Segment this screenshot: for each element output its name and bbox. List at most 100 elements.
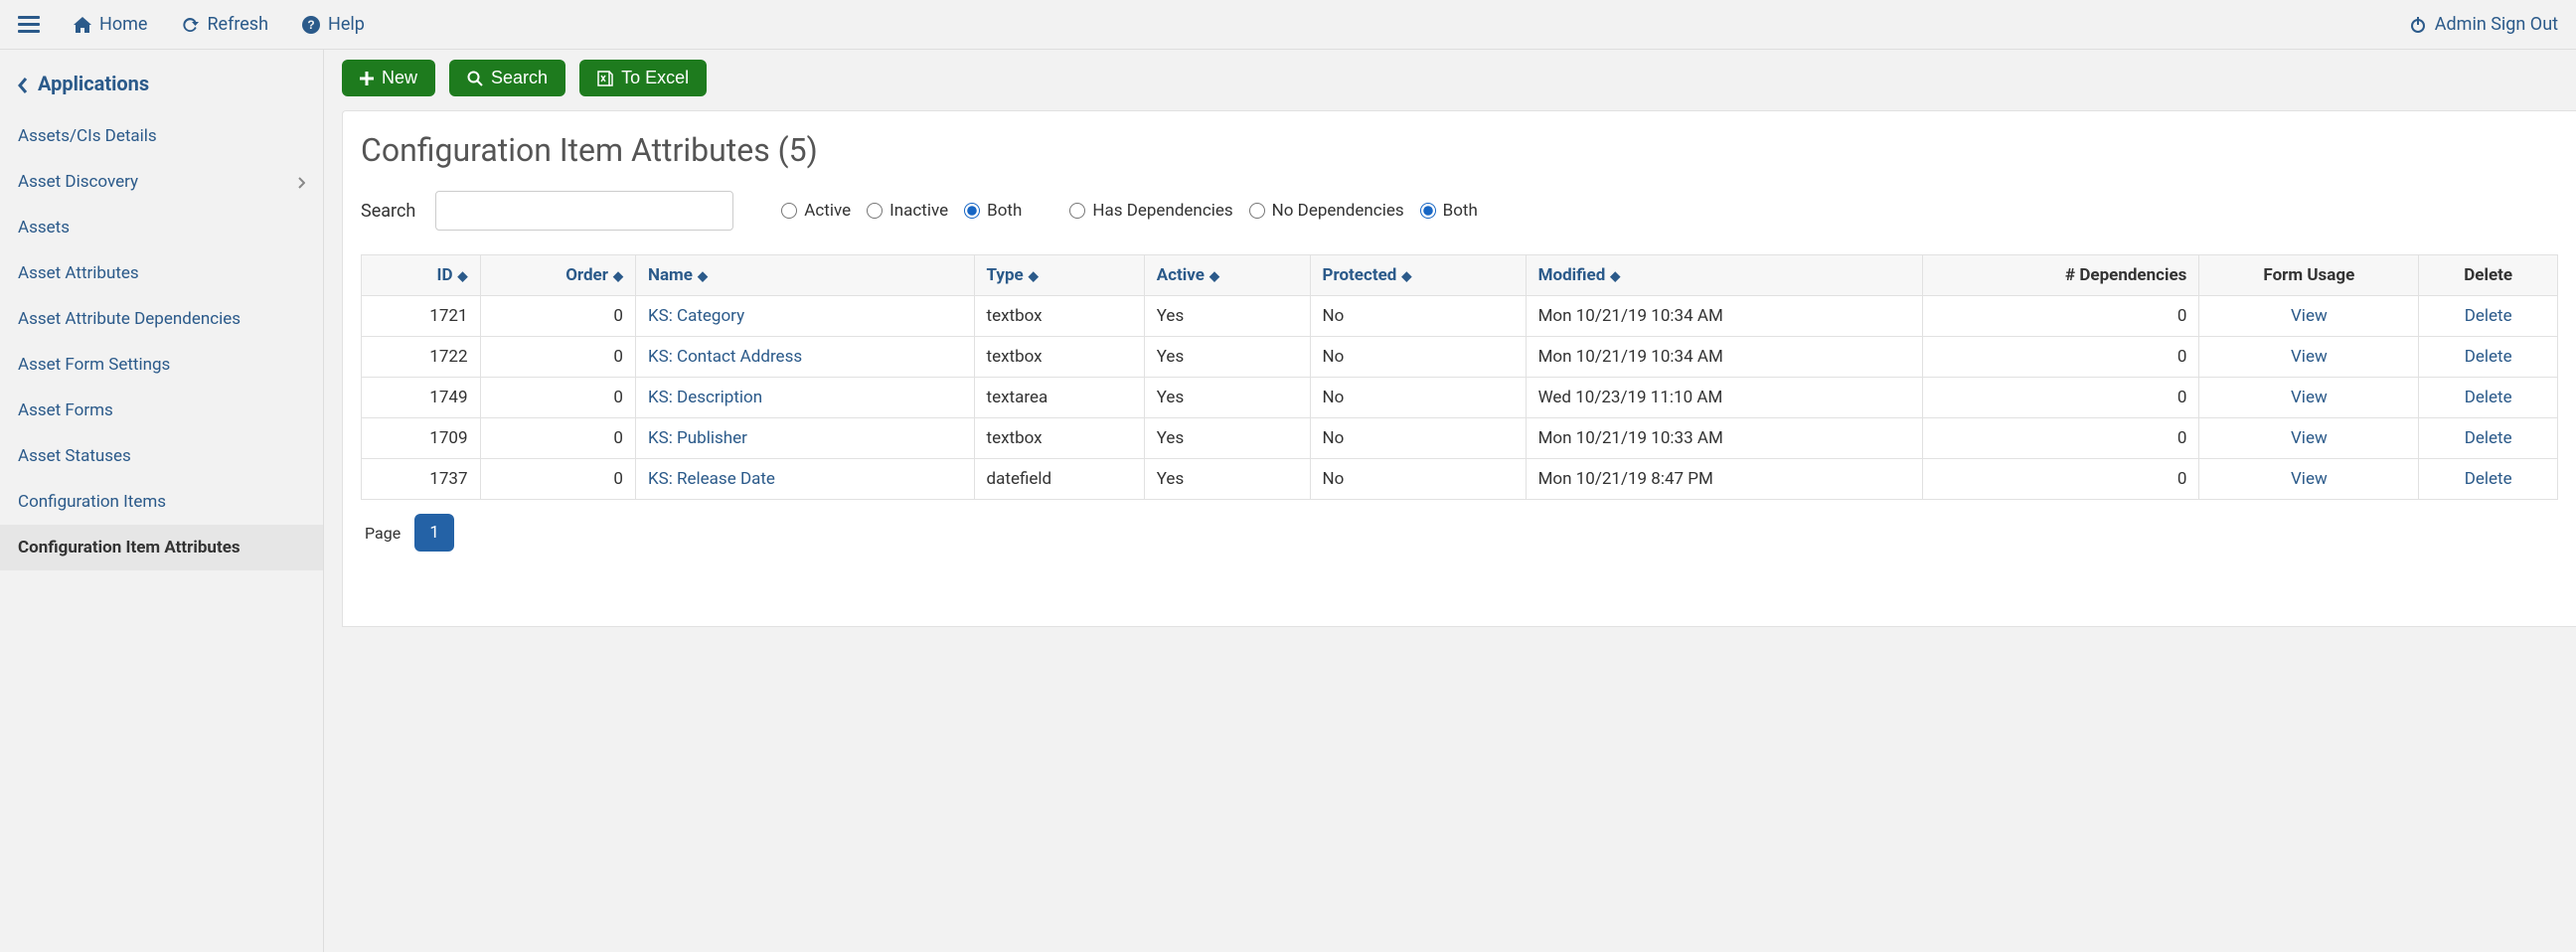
sort-icon: ◆: [613, 269, 623, 284]
cell-protected: No: [1310, 337, 1526, 378]
cell-delete-link[interactable]: Delete: [2465, 388, 2512, 407]
cell-id: 1721: [362, 296, 481, 337]
cell-name[interactable]: KS: Release Date: [635, 459, 974, 500]
cell-deps: 0: [1922, 378, 2199, 418]
radio-input[interactable]: [1069, 203, 1085, 219]
cell-view-link[interactable]: View: [2291, 306, 2328, 326]
radio-input[interactable]: [867, 203, 883, 219]
cell-view[interactable]: View: [2199, 337, 2419, 378]
cell-name[interactable]: KS: Publisher: [635, 418, 974, 459]
cell-name-link[interactable]: KS: Category: [648, 306, 744, 326]
new-label: New: [382, 68, 417, 88]
sidebar-item[interactable]: Assets: [0, 205, 323, 250]
search-button[interactable]: Search: [449, 60, 565, 96]
col-protected[interactable]: Protected◆: [1310, 255, 1526, 296]
sidebar-item[interactable]: Asset Attribute Dependencies: [0, 296, 323, 342]
radio-option[interactable]: Both: [1420, 201, 1478, 221]
cell-view[interactable]: View: [2199, 459, 2419, 500]
col-name[interactable]: Name◆: [635, 255, 974, 296]
radio-option[interactable]: Has Dependencies: [1069, 201, 1232, 221]
cell-view-link[interactable]: View: [2291, 347, 2328, 367]
cell-name-link[interactable]: KS: Publisher: [648, 428, 747, 448]
cell-name[interactable]: KS: Category: [635, 296, 974, 337]
radio-option[interactable]: Both: [964, 201, 1022, 221]
cell-name-link[interactable]: KS: Description: [648, 388, 762, 407]
cell-delete[interactable]: Delete: [2419, 459, 2558, 500]
sidebar-item[interactable]: Asset Statuses: [0, 433, 323, 479]
cell-id: 1709: [362, 418, 481, 459]
deps-filter-group: Has Dependencies No Dependencies Both: [1069, 201, 1478, 221]
cell-delete[interactable]: Delete: [2419, 418, 2558, 459]
cell-name[interactable]: KS: Contact Address: [635, 337, 974, 378]
search-button-label: Search: [491, 68, 548, 88]
col-type[interactable]: Type◆: [974, 255, 1144, 296]
to-excel-label: To Excel: [621, 68, 689, 88]
sort-icon: ◆: [458, 269, 468, 284]
radio-input[interactable]: [964, 203, 980, 219]
sidebar: Applications Assets/CIs DetailsAsset Dis…: [0, 50, 324, 952]
sidebar-item[interactable]: Configuration Item Attributes: [0, 525, 323, 570]
sort-icon: ◆: [1029, 269, 1039, 284]
cell-modified: Mon 10/21/19 10:34 AM: [1526, 337, 1922, 378]
radio-input[interactable]: [1249, 203, 1265, 219]
radio-input[interactable]: [781, 203, 797, 219]
attributes-table: ID◆ Order◆ Name◆ Type◆ Active◆ Protected…: [361, 254, 2558, 500]
search-input[interactable]: [435, 191, 733, 231]
cell-name[interactable]: KS: Description: [635, 378, 974, 418]
new-button[interactable]: New: [342, 60, 435, 96]
sidebar-item-label: Asset Forms: [18, 400, 113, 420]
cell-modified: Mon 10/21/19 10:33 AM: [1526, 418, 1922, 459]
radio-option[interactable]: Inactive: [867, 201, 948, 221]
cell-deps: 0: [1922, 418, 2199, 459]
col-id[interactable]: ID◆: [362, 255, 481, 296]
to-excel-button[interactable]: To Excel: [579, 60, 707, 96]
page-title: Configuration Item Attributes (5): [361, 131, 2558, 169]
cell-modified: Mon 10/21/19 8:47 PM: [1526, 459, 1922, 500]
sidebar-item[interactable]: Asset Forms: [0, 388, 323, 433]
sidebar-item[interactable]: Assets/CIs Details: [0, 113, 323, 159]
sidebar-item[interactable]: Asset Form Settings: [0, 342, 323, 388]
radio-label: Has Dependencies: [1092, 201, 1232, 221]
cell-order: 0: [480, 296, 635, 337]
sidebar-item[interactable]: Asset Discovery: [0, 159, 323, 205]
cell-view[interactable]: View: [2199, 378, 2419, 418]
cell-protected: No: [1310, 296, 1526, 337]
cell-protected: No: [1310, 418, 1526, 459]
cell-view-link[interactable]: View: [2291, 428, 2328, 448]
svg-text:?: ?: [307, 18, 314, 32]
topbar: Home Refresh ? Help Admin Sign Out: [0, 0, 2576, 50]
cell-name-link[interactable]: KS: Release Date: [648, 469, 775, 489]
col-active[interactable]: Active◆: [1144, 255, 1310, 296]
power-icon: [2409, 14, 2427, 35]
sidebar-item[interactable]: Asset Attributes: [0, 250, 323, 296]
sidebar-item[interactable]: Configuration Items: [0, 479, 323, 525]
sidebar-item-label: Asset Attributes: [18, 263, 139, 283]
help-link[interactable]: ? Help: [302, 14, 365, 35]
signout-link[interactable]: Admin Sign Out: [2409, 14, 2558, 35]
col-modified[interactable]: Modified◆: [1526, 255, 1922, 296]
cell-delete[interactable]: Delete: [2419, 378, 2558, 418]
cell-view[interactable]: View: [2199, 418, 2419, 459]
home-link[interactable]: Home: [74, 14, 147, 35]
radio-input[interactable]: [1420, 203, 1436, 219]
cell-view-link[interactable]: View: [2291, 469, 2328, 489]
cell-delete-link[interactable]: Delete: [2465, 428, 2512, 448]
sidebar-back[interactable]: Applications: [0, 68, 323, 113]
cell-delete-link[interactable]: Delete: [2465, 469, 2512, 489]
cell-view[interactable]: View: [2199, 296, 2419, 337]
cell-delete-link[interactable]: Delete: [2465, 347, 2512, 367]
radio-option[interactable]: No Dependencies: [1249, 201, 1404, 221]
hamburger-icon[interactable]: [18, 12, 40, 37]
home-label: Home: [99, 14, 147, 35]
radio-option[interactable]: Active: [781, 201, 851, 221]
cell-name-link[interactable]: KS: Contact Address: [648, 347, 802, 367]
pager-page-1[interactable]: 1: [414, 514, 454, 552]
cell-delete[interactable]: Delete: [2419, 296, 2558, 337]
cell-delete[interactable]: Delete: [2419, 337, 2558, 378]
chevron-left-icon: [18, 72, 28, 95]
col-order[interactable]: Order◆: [480, 255, 635, 296]
cell-order: 0: [480, 337, 635, 378]
cell-view-link[interactable]: View: [2291, 388, 2328, 407]
refresh-link[interactable]: Refresh: [181, 14, 268, 35]
cell-delete-link[interactable]: Delete: [2465, 306, 2512, 326]
